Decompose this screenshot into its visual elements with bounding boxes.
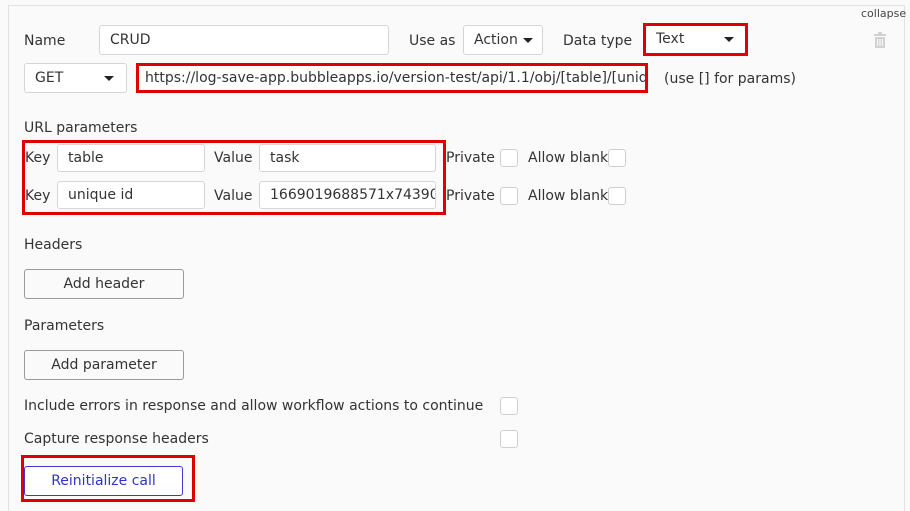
param-allow-blank-checkbox[interactable] bbox=[608, 187, 626, 205]
method-dropdown[interactable]: GET bbox=[24, 63, 127, 93]
highlight-reinitialize bbox=[21, 455, 195, 502]
use-as-label: Use as bbox=[409, 33, 456, 49]
highlight-url-parameters bbox=[22, 140, 446, 215]
capture-headers-checkbox[interactable] bbox=[500, 430, 518, 448]
name-label: Name bbox=[24, 33, 66, 49]
parameters-title: Parameters bbox=[24, 318, 105, 334]
headers-title: Headers bbox=[24, 237, 83, 253]
highlight-data-type bbox=[643, 23, 748, 56]
param-allow-blank-label: Allow blank bbox=[528, 150, 609, 166]
chevron-down-icon bbox=[104, 76, 114, 81]
use-as-value: Action bbox=[474, 32, 518, 48]
add-header-button[interactable]: Add header bbox=[24, 269, 184, 299]
add-parameter-button[interactable]: Add parameter bbox=[24, 350, 184, 380]
url-hint: (use [] for params) bbox=[664, 71, 796, 87]
highlight-url bbox=[136, 63, 648, 93]
collapse-link[interactable]: collapse bbox=[861, 5, 906, 23]
param-private-checkbox[interactable] bbox=[500, 187, 518, 205]
capture-headers-label: Capture response headers bbox=[24, 431, 209, 447]
method-value: GET bbox=[35, 70, 64, 86]
use-as-dropdown[interactable]: Action bbox=[463, 25, 543, 55]
param-private-label: Private bbox=[446, 150, 495, 166]
data-type-label: Data type bbox=[563, 33, 633, 49]
url-parameters-title: URL parameters bbox=[24, 120, 138, 136]
include-errors-checkbox[interactable] bbox=[500, 397, 518, 415]
trash-icon[interactable] bbox=[873, 32, 887, 48]
param-private-checkbox[interactable] bbox=[500, 149, 518, 167]
include-errors-label: Include errors in response and allow wor… bbox=[24, 398, 484, 414]
param-allow-blank-label: Allow blank bbox=[528, 188, 609, 204]
name-input[interactable]: CRUD bbox=[99, 25, 389, 55]
param-allow-blank-checkbox[interactable] bbox=[608, 149, 626, 167]
chevron-down-icon bbox=[523, 38, 533, 43]
param-private-label: Private bbox=[446, 188, 495, 204]
